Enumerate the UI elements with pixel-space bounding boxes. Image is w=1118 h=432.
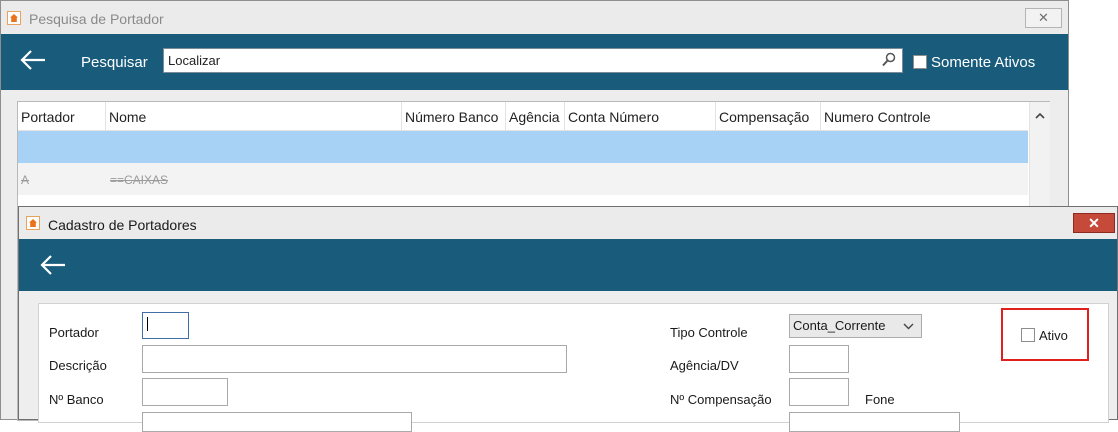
col-header-compensacao[interactable]: Compensação bbox=[716, 102, 821, 130]
col-header-agencia[interactable]: Agência bbox=[506, 102, 565, 130]
app-icon bbox=[7, 11, 21, 25]
pesquisa-titlebar[interactable]: Pesquisa de Portador ✕ bbox=[1, 1, 1068, 34]
back-arrow-icon[interactable] bbox=[19, 46, 47, 80]
table-row-selected[interactable] bbox=[18, 131, 1028, 163]
table-row[interactable]: A ==CAIXAS bbox=[18, 163, 1028, 195]
compensacao-input[interactable] bbox=[789, 378, 849, 406]
cadastro-toolbar bbox=[19, 239, 1117, 291]
somente-ativos-checkbox[interactable] bbox=[913, 55, 927, 69]
cadastro-form: Portador Descrição Nº Banco Tipo Control… bbox=[38, 303, 1109, 432]
cadastro-title: Cadastro de Portadores bbox=[48, 217, 197, 233]
nbanco-input[interactable] bbox=[142, 378, 228, 406]
search-input[interactable] bbox=[168, 50, 868, 71]
ativo-label[interactable]: Ativo bbox=[1039, 328, 1068, 343]
cell-portador: A bbox=[21, 173, 30, 187]
back-arrow-icon[interactable] bbox=[39, 251, 67, 282]
scroll-up-icon[interactable] bbox=[1030, 106, 1050, 126]
grid-header: Portador Nome Número Banco Agência Conta… bbox=[18, 102, 1028, 131]
cadastro-window: Cadastro de Portadores ✕ Portador Descri… bbox=[18, 206, 1118, 432]
agencia-dv-label: Agência/DV bbox=[670, 358, 739, 373]
col-header-nome[interactable]: Nome bbox=[106, 102, 402, 130]
app-icon bbox=[26, 216, 40, 230]
descricao-input[interactable] bbox=[142, 345, 567, 373]
ativo-highlight-box: Ativo bbox=[1001, 308, 1089, 361]
cadastro-close-button[interactable]: ✕ bbox=[1073, 213, 1115, 233]
portador-label: Portador bbox=[49, 325, 99, 340]
extra-input[interactable] bbox=[142, 412, 412, 432]
fone-label: Fone bbox=[865, 392, 895, 407]
pesquisa-close-button[interactable]: ✕ bbox=[1025, 8, 1062, 28]
col-header-conta-numero[interactable]: Conta Número bbox=[565, 102, 716, 130]
somente-ativos-label[interactable]: Somente Ativos bbox=[931, 54, 1035, 71]
descricao-label: Descrição bbox=[49, 358, 107, 373]
col-header-numero-banco[interactable]: Número Banco bbox=[402, 102, 506, 130]
cadastro-titlebar[interactable]: Cadastro de Portadores ✕ bbox=[19, 207, 1117, 239]
nbanco-label: Nº Banco bbox=[49, 392, 104, 407]
portador-input[interactable] bbox=[142, 312, 189, 339]
tipo-controle-label: Tipo Controle bbox=[670, 325, 748, 340]
compensacao-label: Nº Compensação bbox=[670, 392, 772, 407]
cell-nome: ==CAIXAS bbox=[110, 173, 169, 187]
chevron-down-icon bbox=[903, 315, 914, 345]
agencia-input[interactable] bbox=[789, 345, 849, 373]
ativo-checkbox[interactable] bbox=[1021, 328, 1035, 342]
text-caret bbox=[147, 317, 148, 331]
tipo-controle-value: Conta_Corrente bbox=[793, 318, 886, 333]
col-header-numero-controle[interactable]: Numero Controle bbox=[821, 102, 1028, 130]
extra-right-input[interactable] bbox=[789, 412, 960, 432]
search-field[interactable] bbox=[163, 48, 903, 73]
search-label: Pesquisar bbox=[81, 54, 148, 71]
pesquisa-title: Pesquisa de Portador bbox=[29, 11, 164, 27]
search-icon[interactable] bbox=[882, 52, 896, 68]
tipo-controle-select[interactable]: Conta_Corrente bbox=[789, 314, 922, 338]
col-header-portador[interactable]: Portador bbox=[18, 102, 106, 130]
